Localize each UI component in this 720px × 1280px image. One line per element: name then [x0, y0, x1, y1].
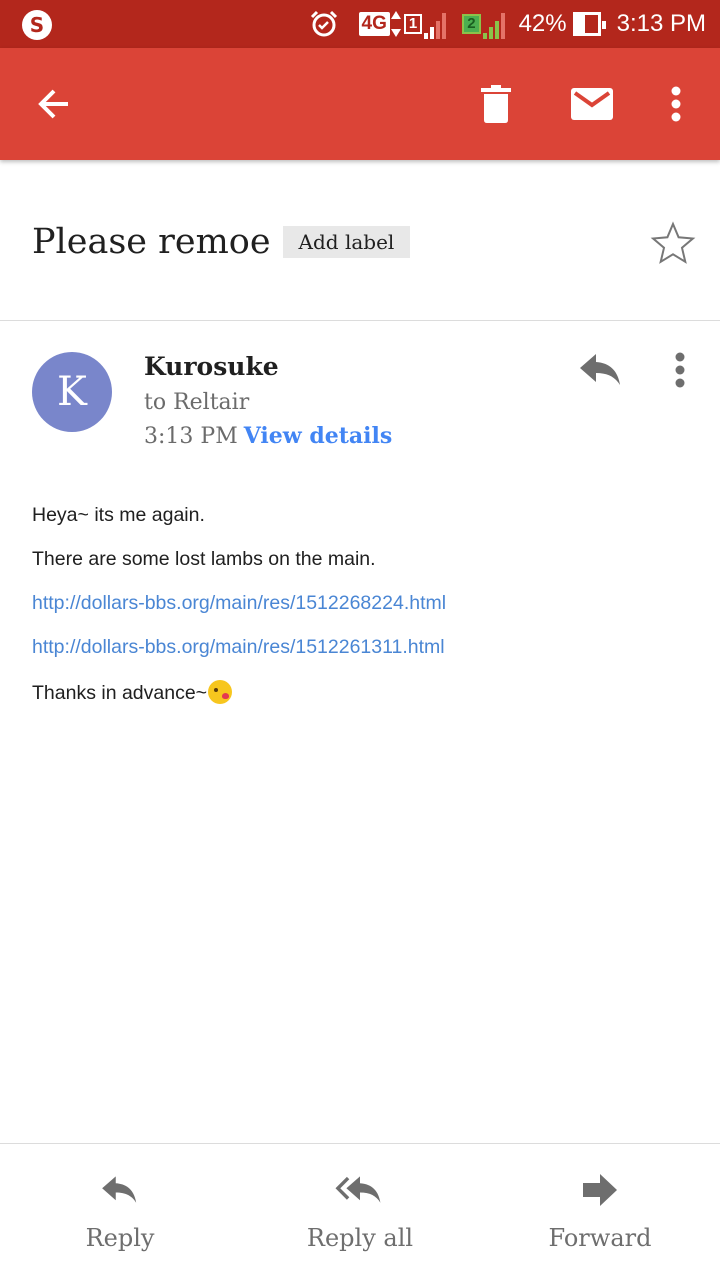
battery-icon	[572, 12, 606, 36]
body-link[interactable]: http://dollars-bbs.org/main/res/15122613…	[32, 636, 445, 658]
body-link[interactable]: http://dollars-bbs.org/main/res/15122682…	[32, 592, 446, 614]
body-closing: Thanks in advance~	[32, 680, 692, 705]
status-bar: S 4G 1 2 42% 3:13 PM	[0, 0, 720, 48]
app-notification-icon: S	[22, 10, 52, 40]
bottom-action-bar: Reply Reply all Forward	[0, 1144, 720, 1280]
alarm-icon	[309, 9, 339, 39]
sender-name: Kurosuke	[144, 352, 279, 381]
signal-icon	[482, 13, 505, 39]
sender-avatar[interactable]: K	[32, 352, 112, 432]
email-body: Heya~ its me again. There are some lost …	[32, 504, 692, 726]
signal-icon	[424, 13, 447, 39]
reply-button[interactable]: Reply	[20, 1170, 220, 1252]
more-vert-icon	[675, 352, 685, 388]
add-label-button[interactable]: Add label	[282, 226, 411, 258]
reply-all-label: Reply all	[306, 1224, 414, 1252]
back-arrow-icon	[38, 89, 68, 119]
reply-label: Reply	[85, 1224, 155, 1252]
message-more-button[interactable]	[664, 350, 696, 390]
reply-all-icon	[335, 1176, 381, 1203]
delete-button[interactable]	[466, 74, 526, 134]
battery-percent: 42%	[518, 10, 567, 37]
subject-row: Please remoe Add label	[32, 216, 700, 268]
sim1-badge: 1	[403, 14, 423, 34]
divider	[0, 320, 720, 321]
app-bar	[0, 48, 720, 160]
status-clock: 3:13 PM	[616, 10, 706, 37]
trash-icon	[481, 85, 511, 123]
back-button[interactable]	[24, 74, 84, 134]
sim2-badge: 2	[462, 14, 481, 34]
forward-label: Forward	[548, 1224, 652, 1252]
network-type-badge: 4G	[358, 12, 390, 36]
mail-icon	[571, 88, 613, 120]
star-button[interactable]	[650, 220, 696, 266]
mark-unread-button[interactable]	[562, 74, 622, 134]
reply-icon	[102, 1176, 137, 1203]
reply-all-button[interactable]: Reply all	[260, 1170, 460, 1252]
email-subject: Please remoe	[32, 222, 271, 262]
kiss-emoji-icon	[208, 680, 233, 704]
message-time: 3:13 PM	[144, 424, 238, 449]
forward-button[interactable]: Forward	[500, 1170, 700, 1252]
view-details-link[interactable]: View details	[244, 423, 393, 449]
body-line: There are some lost lambs on the main.	[32, 548, 376, 570]
body-line: Thanks in advance~	[32, 682, 208, 704]
message-meta: 3:13 PM View details	[144, 423, 392, 449]
star-icon	[650, 221, 696, 264]
more-options-button[interactable]	[646, 74, 706, 134]
more-vert-icon	[671, 86, 681, 122]
recipient-line: to Reltair	[144, 390, 250, 415]
body-line: Heya~ its me again.	[32, 504, 205, 526]
message-reply-button[interactable]	[578, 350, 624, 390]
data-arrows-icon	[390, 11, 401, 37]
forward-icon	[583, 1174, 617, 1206]
reply-icon	[580, 354, 620, 385]
